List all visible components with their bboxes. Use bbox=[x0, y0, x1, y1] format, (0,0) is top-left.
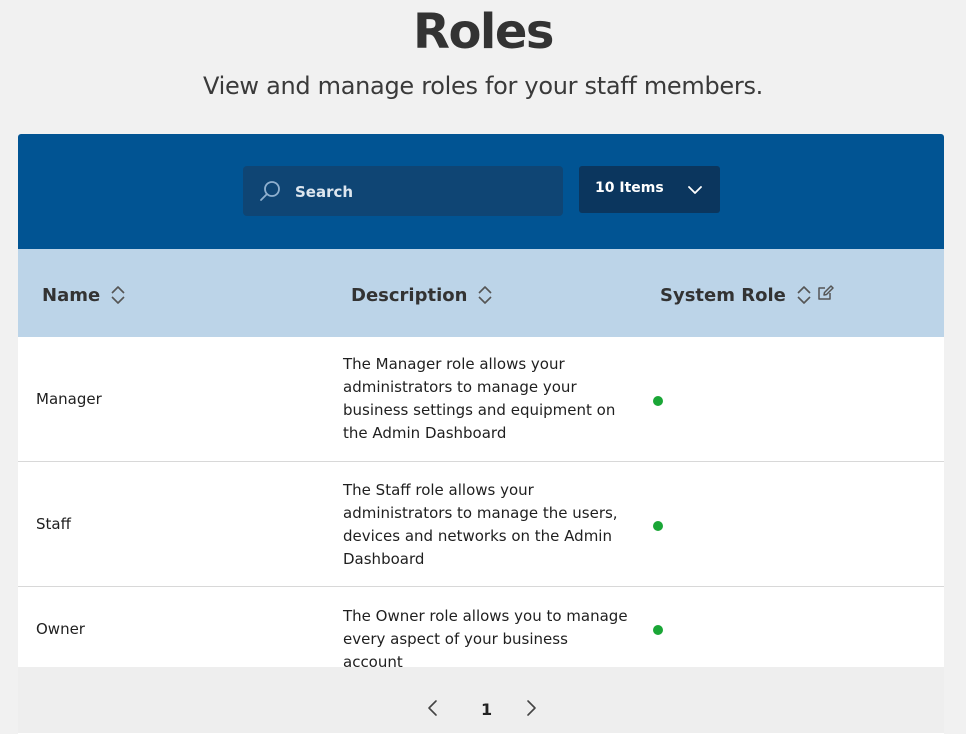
table-toolbar: 10 Items bbox=[18, 134, 944, 249]
column-header-description[interactable]: Description bbox=[351, 283, 493, 307]
sort-icon bbox=[478, 286, 492, 304]
search-input[interactable] bbox=[293, 166, 552, 218]
role-name: Staff bbox=[36, 515, 71, 533]
role-name: Owner bbox=[36, 620, 85, 638]
column-header-description-label: Description bbox=[351, 284, 468, 306]
role-description: The Owner role allows you to manage ever… bbox=[343, 607, 628, 671]
system-role-indicator bbox=[653, 521, 663, 531]
search-box[interactable] bbox=[243, 166, 563, 218]
column-header-system-role-label: System Role bbox=[660, 284, 786, 306]
chevron-left-icon[interactable] bbox=[426, 699, 440, 717]
chevron-down-icon bbox=[688, 186, 702, 194]
role-description: The Manager role allows your administrat… bbox=[343, 355, 616, 442]
edit-icon[interactable] bbox=[816, 284, 834, 302]
chevron-right-icon[interactable] bbox=[524, 699, 538, 717]
table-row[interactable]: Staff The Staff role allows your adminis… bbox=[18, 462, 944, 587]
page-number[interactable]: 1 bbox=[481, 700, 492, 719]
items-per-page-label: 10 Items bbox=[595, 180, 664, 196]
column-header-name[interactable]: Name bbox=[42, 283, 126, 307]
sort-icon bbox=[797, 286, 811, 304]
role-description: The Staff role allows your administrator… bbox=[343, 481, 618, 568]
system-role-indicator bbox=[653, 396, 663, 406]
roles-card: 10 Items Name Description System Role bbox=[18, 134, 944, 734]
system-role-indicator bbox=[653, 625, 663, 635]
role-name: Manager bbox=[36, 390, 102, 408]
items-per-page-select[interactable]: 10 Items bbox=[579, 166, 720, 213]
pagination: 1 bbox=[18, 667, 944, 733]
column-header-name-label: Name bbox=[42, 284, 101, 306]
page-subtitle: View and manage roles for your staff mem… bbox=[203, 72, 763, 100]
column-header-system-role[interactable]: System Role bbox=[660, 283, 812, 307]
table-row[interactable]: Manager The Manager role allows your adm… bbox=[18, 337, 944, 462]
table-row[interactable]: Owner The Owner role allows you to manag… bbox=[18, 588, 944, 671]
search-icon bbox=[260, 181, 280, 201]
sort-icon bbox=[111, 286, 125, 304]
page-title: Roles bbox=[412, 4, 555, 60]
table-header: Name Description System Role bbox=[18, 249, 944, 337]
